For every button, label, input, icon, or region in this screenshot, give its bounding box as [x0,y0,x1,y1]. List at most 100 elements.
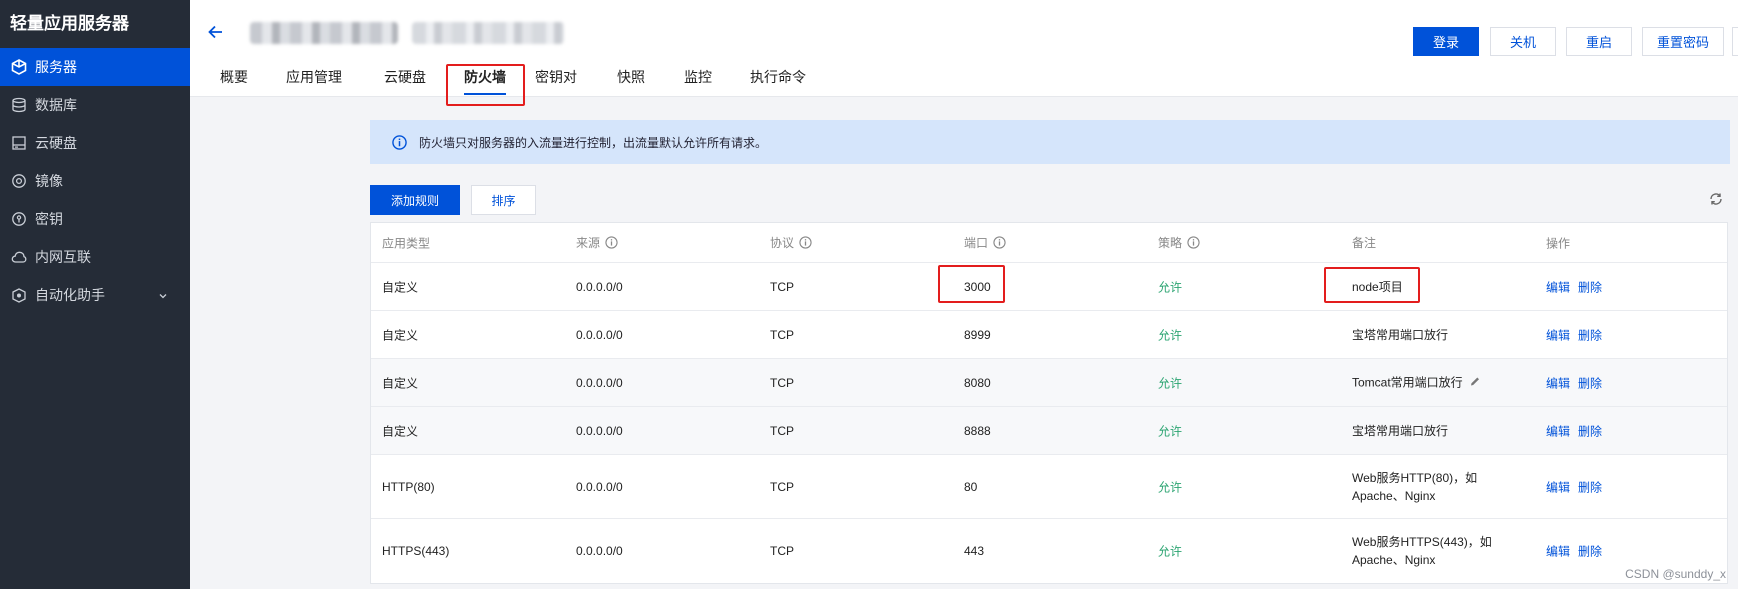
cell-policy: 允许 [1158,280,1183,294]
note-text: Tomcat常用端口放行 [1352,375,1463,389]
tab-firewall[interactable]: 防火墙 [464,68,506,97]
more-button[interactable] [1732,27,1738,56]
cell-source: 0.0.0.0/0 [576,479,623,494]
cell-source: 0.0.0.0/0 [576,327,623,342]
cell-protocol: TCP [770,327,794,342]
col-label: 策略 [1158,235,1183,250]
tab-cloud-disk[interactable]: 云硬盘 [384,68,426,97]
table-row: 自定义 0.0.0.0/0 TCP 8888 允许 宝塔常用端口放行 编辑 删除 [371,407,1727,455]
col-actions: 操作 [1546,236,1571,250]
cell-actions: 编辑 删除 [1546,374,1610,391]
col-label: 来源 [576,235,601,250]
cell-port: 80 [964,479,978,494]
cell-protocol: TCP [770,423,794,438]
edit-link[interactable]: 编辑 [1546,480,1570,494]
col-label: 端口 [964,235,989,250]
cell-port: 8999 [964,327,991,342]
back-arrow-icon[interactable] [206,22,226,42]
info-icon[interactable] [605,235,618,252]
firewall-rules-table: 应用类型 来源 协议 端口 策略 备注 操作 自定义 0.0.0.0/0 TCP… [370,222,1728,584]
cell-port: 8888 [964,423,991,438]
cell-actions: 编辑 删除 [1546,478,1610,495]
sidebar-item-intranet[interactable]: 内网互联 [0,238,190,276]
cell-note: 宝塔常用端口放行 [1352,327,1449,342]
delete-link[interactable]: 删除 [1578,424,1602,438]
table-row: HTTPS(443) 0.0.0.0/0 TCP 443 允许 Web服务HTT… [371,519,1727,583]
delete-link[interactable]: 删除 [1578,545,1602,559]
login-button[interactable]: 登录 [1413,27,1479,56]
delete-link[interactable]: 删除 [1578,376,1602,390]
sidebar-item-label: 数据库 [35,97,77,113]
sidebar-item-database[interactable]: 数据库 [0,86,190,124]
edit-link[interactable]: 编辑 [1546,545,1570,559]
info-icon[interactable] [799,235,812,252]
database-icon [10,96,28,114]
info-icon [392,134,407,150]
cell-app-type: 自定义 [382,328,419,342]
add-rule-button[interactable]: 添加规则 [370,185,460,215]
table-row: 自定义 0.0.0.0/0 TCP 8999 允许 宝塔常用端口放行 编辑 删除 [371,311,1727,359]
info-icon[interactable] [1187,235,1200,252]
cell-policy: 允许 [1158,544,1183,559]
cell-note: Web服务HTTPS(443)，如 Apache、Nginx [1352,533,1492,569]
sidebar-item-server[interactable]: 服务器 [0,48,190,86]
sidebar-item-key[interactable]: 密钥 [0,200,190,238]
note-line: Web服务HTTPS(443)，如 [1352,535,1492,549]
key-icon [10,210,28,228]
cell-source: 0.0.0.0/0 [576,423,623,438]
tab-bar: 概要 应用管理 云硬盘 防火墙 密钥对 快照 监控 执行命令 [220,68,806,97]
delete-link[interactable]: 删除 [1578,480,1602,494]
tab-key-pair[interactable]: 密钥对 [535,68,577,97]
chevron-down-icon[interactable] [158,288,168,304]
tab-app-management[interactable]: 应用管理 [286,68,342,97]
cell-policy: 允许 [1158,376,1183,390]
image-icon [10,172,28,190]
tab-snapshot[interactable]: 快照 [617,68,645,97]
cell-app-type: HTTPS(443) [382,544,450,558]
pencil-icon[interactable] [1469,374,1481,392]
cell-protocol: TCP [770,479,794,494]
cell-source: 0.0.0.0/0 [576,279,623,294]
disk-icon [10,134,28,152]
watermark: CSDN @sunddy_x [1625,567,1726,581]
cell-policy: 允许 [1158,328,1183,342]
restart-button[interactable]: 重启 [1566,27,1632,56]
table-row: HTTP(80) 0.0.0.0/0 TCP 80 允许 Web服务HTTP(8… [371,455,1727,519]
edit-link[interactable]: 编辑 [1546,376,1570,390]
sidebar-item-automation[interactable]: 自动化助手 [0,276,190,314]
notice-text: 防火墙只对服务器的入流量进行控制，出流量默认允许所有请求。 [419,135,768,150]
sidebar-item-image[interactable]: 镜像 [0,162,190,200]
reset-password-button[interactable]: 重置密码 [1642,27,1724,56]
delete-link[interactable]: 删除 [1578,328,1602,342]
col-label: 协议 [770,235,795,250]
col-protocol: 协议 [770,234,812,252]
col-source: 来源 [576,234,618,252]
sidebar-item-disk[interactable]: 云硬盘 [0,124,190,162]
delete-link[interactable]: 删除 [1578,280,1602,294]
info-notice: 防火墙只对服务器的入流量进行控制，出流量默认允许所有请求。 [370,120,1730,164]
sort-button[interactable]: 排序 [471,185,536,215]
edit-link[interactable]: 编辑 [1546,424,1570,438]
table-row: 自定义 0.0.0.0/0 TCP 3000 允许 node项目 编辑 删除 [371,263,1727,311]
cell-source: 0.0.0.0/0 [576,544,623,558]
instance-ip-redacted [412,22,564,44]
cell-app-type: 自定义 [382,280,419,294]
cell-note: node项目 [1352,279,1403,294]
note-line: Web服务HTTP(80)，如 [1352,470,1478,485]
edit-link[interactable]: 编辑 [1546,328,1570,342]
shutdown-button[interactable]: 关机 [1490,27,1556,56]
col-app-type: 应用类型 [382,236,431,250]
tab-overview[interactable]: 概要 [220,68,248,97]
table-header: 应用类型 来源 协议 端口 策略 备注 操作 [371,223,1727,263]
edit-link[interactable]: 编辑 [1546,280,1570,294]
refresh-icon[interactable] [1708,191,1726,209]
cell-actions: 编辑 删除 [1546,543,1610,560]
cell-protocol: TCP [770,279,794,294]
tab-monitor[interactable]: 监控 [684,68,712,97]
col-port: 端口 [964,234,1006,252]
cell-app-type: 自定义 [382,376,419,390]
note-line: Apache、Nginx [1352,553,1436,567]
info-icon[interactable] [993,235,1006,252]
cell-app-type: 自定义 [382,424,419,438]
tab-run-command[interactable]: 执行命令 [750,68,806,97]
